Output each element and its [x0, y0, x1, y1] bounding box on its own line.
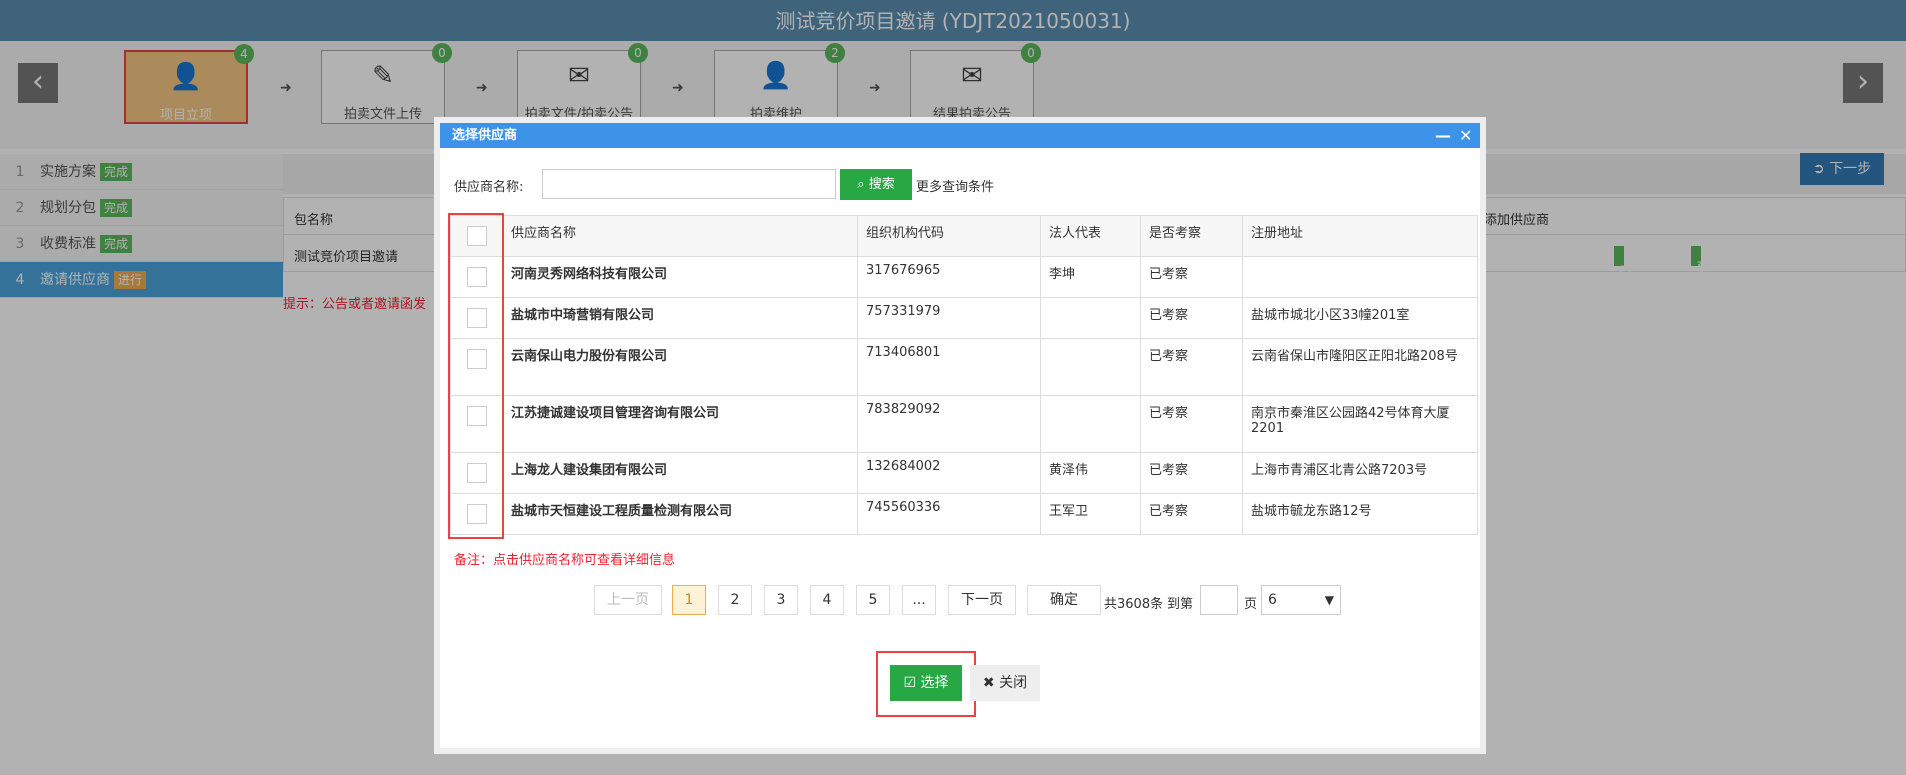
- total-count: 共3608条: [1104, 597, 1164, 612]
- check-icon: ☑: [903, 675, 921, 691]
- inspected-status: 已考察: [1140, 493, 1243, 535]
- page-button[interactable]: 5: [856, 585, 890, 615]
- table-row: 盐城市天恒建设工程质量检测有限公司 745560336 王军卫 已考察 盐城市毓…: [450, 493, 1478, 535]
- registered-address: 盐城市城北小区33幢201室: [1242, 297, 1478, 339]
- org-code: 757331979: [857, 297, 1041, 339]
- registered-address: [1242, 256, 1478, 298]
- select-button-label: 选择: [920, 675, 949, 691]
- column-header: 注册地址: [1242, 215, 1478, 257]
- supplier-name-link[interactable]: 河南灵秀网络科技有限公司: [502, 256, 858, 298]
- supplier-name-link[interactable]: 云南保山电力股份有限公司: [502, 338, 858, 396]
- org-code: 132684002: [857, 452, 1041, 494]
- more-conditions-link[interactable]: 更多查询条件: [916, 176, 994, 195]
- page-button[interactable]: 4: [810, 585, 844, 615]
- page-size-value: 6: [1268, 592, 1277, 608]
- legal-rep: 李坤: [1040, 256, 1141, 298]
- registered-address: 南京市秦淮区公园路42号体育大厦2201: [1242, 395, 1478, 453]
- table-header-row: 供应商名称 组织机构代码 法人代表 是否考察 注册地址: [450, 215, 1478, 257]
- minimize-icon[interactable]: —: [1435, 123, 1451, 148]
- close-button-label: 关闭: [999, 675, 1028, 691]
- table-row: 云南保山电力股份有限公司 713406801 已考察 云南省保山市隆阳区正阳北路…: [450, 338, 1478, 396]
- close-button[interactable]: ✖ 关闭: [970, 665, 1040, 701]
- supplier-name-link[interactable]: 上海龙人建设集团有限公司: [502, 452, 858, 494]
- goto-page-input[interactable]: [1200, 585, 1238, 615]
- column-header: 组织机构代码: [857, 215, 1041, 257]
- table-row: 上海龙人建设集团有限公司 132684002 黄泽伟 已考察 上海市青浦区北青公…: [450, 452, 1478, 494]
- legal-rep: [1040, 297, 1141, 339]
- search-input[interactable]: [542, 169, 836, 199]
- inspected-status: 已考察: [1140, 297, 1243, 339]
- page: 测试竞价项目邀请 (YDJT2021050031) ‹ › 👤 项目立项 4 ➜…: [0, 0, 1906, 775]
- inspected-status: 已考察: [1140, 256, 1243, 298]
- checkbox-column-highlight: [448, 213, 504, 539]
- org-code: 317676965: [857, 256, 1041, 298]
- page-button[interactable]: 3: [764, 585, 798, 615]
- chevron-down-icon: ▼: [1324, 593, 1334, 607]
- legal-rep: [1040, 338, 1141, 396]
- org-code: 713406801: [857, 338, 1041, 396]
- goto-confirm-button[interactable]: 确定: [1027, 585, 1101, 615]
- search-icon: ⌕: [857, 177, 869, 192]
- dialog-title: 选择供应商: [452, 128, 518, 143]
- org-code: 783829092: [857, 395, 1041, 453]
- dialog-header: 选择供应商 — ✕: [440, 123, 1480, 148]
- legal-rep: 王军卫: [1040, 493, 1141, 535]
- registered-address: 云南省保山市隆阳区正阳北路208号: [1242, 338, 1478, 396]
- inspected-status: 已考察: [1140, 452, 1243, 494]
- registered-address: 上海市青浦区北青公路7203号: [1242, 452, 1478, 494]
- select-button[interactable]: ☑ 选择: [890, 665, 962, 701]
- supplier-name-link[interactable]: 江苏捷诚建设项目管理咨询有限公司: [502, 395, 858, 453]
- legal-rep: [1040, 395, 1141, 453]
- goto-label: 到第: [1167, 597, 1194, 612]
- column-header: 是否考察: [1140, 215, 1243, 257]
- prev-page-button[interactable]: 上一页: [594, 585, 662, 615]
- table-row: 河南灵秀网络科技有限公司 317676965 李坤 已考察: [450, 256, 1478, 298]
- next-page-button[interactable]: 下一页: [948, 585, 1016, 615]
- page-size-select[interactable]: 6 ▼: [1261, 585, 1341, 615]
- table-row: 江苏捷诚建设项目管理咨询有限公司 783829092 已考察 南京市秦淮区公园路…: [450, 395, 1478, 453]
- close-icon[interactable]: ✕: [1459, 123, 1472, 148]
- supplier-name-link[interactable]: 盐城市天恒建设工程质量检测有限公司: [502, 493, 858, 535]
- page-button[interactable]: 1: [672, 585, 706, 615]
- page-button[interactable]: 2: [718, 585, 752, 615]
- supplier-name-link[interactable]: 盐城市中琦营销有限公司: [502, 297, 858, 339]
- registered-address: 盐城市毓龙东路12号: [1242, 493, 1478, 535]
- select-supplier-dialog: 选择供应商 — ✕ 供应商名称: ⌕ 搜索 更多查询条件 供应商名称 组织机构代…: [434, 117, 1486, 754]
- table-row: 盐城市中琦营销有限公司 757331979 已考察 盐城市城北小区33幢201室: [450, 297, 1478, 339]
- page-ellipsis: ...: [902, 585, 936, 615]
- supplier-table: 供应商名称 组织机构代码 法人代表 是否考察 注册地址 河南灵秀网络科技有限公司…: [450, 215, 1478, 535]
- inspected-status: 已考察: [1140, 395, 1243, 453]
- search-button[interactable]: ⌕ 搜索: [840, 169, 912, 200]
- search-label: 供应商名称:: [454, 180, 524, 195]
- inspected-status: 已考察: [1140, 338, 1243, 396]
- column-header: 法人代表: [1040, 215, 1141, 257]
- org-code: 745560336: [857, 493, 1041, 535]
- page-unit-label: 页: [1244, 597, 1258, 612]
- legal-rep: 黄泽伟: [1040, 452, 1141, 494]
- remark-text: 备注：点击供应商名称可查看详细信息: [454, 553, 676, 568]
- search-button-label: 搜索: [868, 177, 895, 192]
- close-icon: ✖: [982, 675, 1000, 691]
- column-header: 供应商名称: [502, 215, 858, 257]
